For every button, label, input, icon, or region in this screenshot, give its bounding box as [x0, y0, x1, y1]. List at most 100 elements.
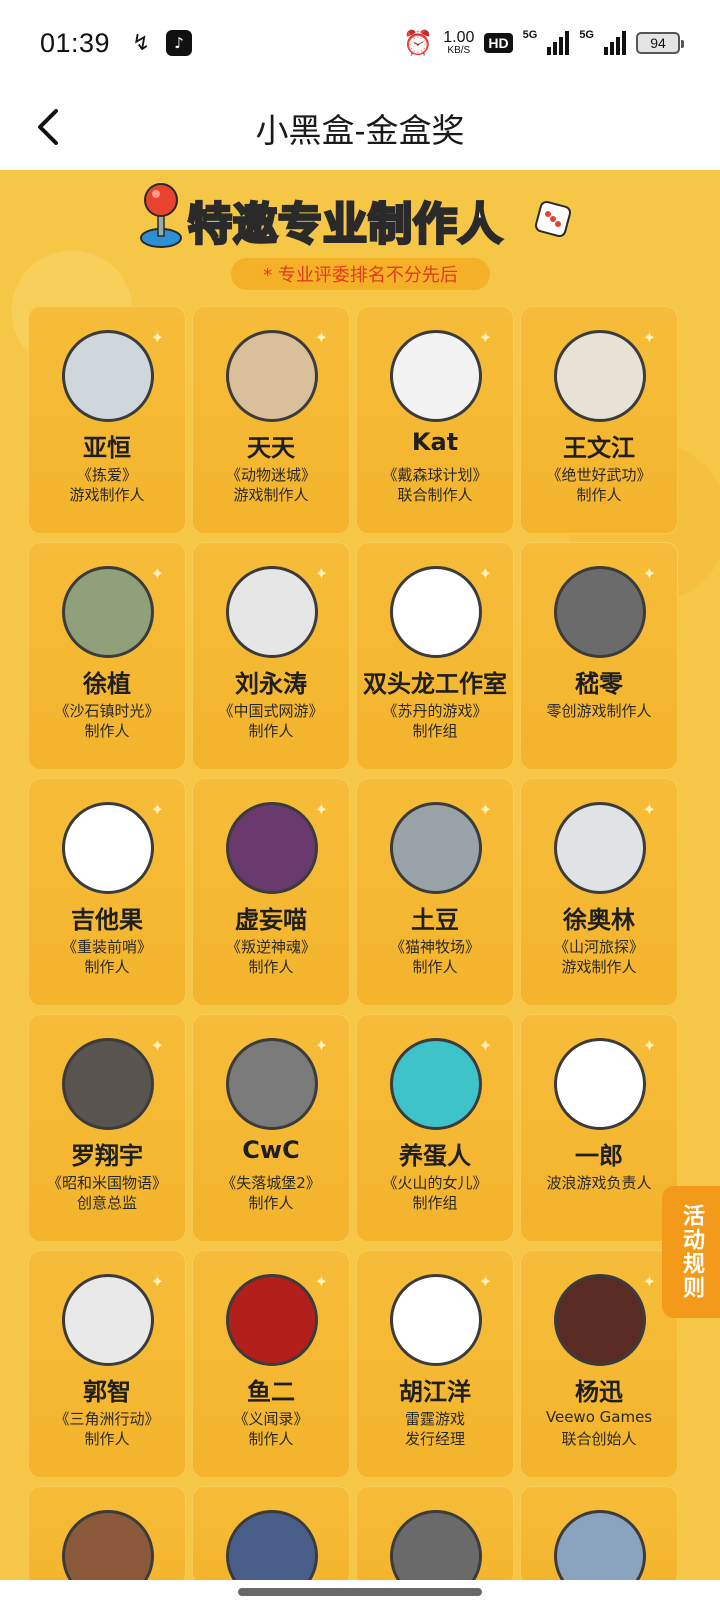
judge-work: 雷霆游戏 [404, 1410, 465, 1428]
judge-card[interactable]: ✦ 胡江洋雷霆游戏发行经理 [356, 1250, 514, 1478]
judge-role: 制作人 [412, 958, 458, 976]
judge-card[interactable]: ✦ 杨迅 Veewo Games 联合创始人 [520, 1250, 678, 1478]
judge-name: 徐植 [83, 670, 131, 698]
speed-unit: KB/S [447, 45, 471, 56]
judge-work: 《山河旅探》 [553, 938, 644, 956]
judge-work: 《动物迷城》 [225, 466, 316, 484]
avatar [62, 1038, 154, 1130]
judge-name: 郭智 [83, 1378, 131, 1406]
judge-work: 《猫神牧场》 [389, 938, 480, 956]
judge-work: 零创游戏制作人 [546, 702, 652, 720]
judge-card[interactable]: ✦ Kat 《戴森球计划》 联合制作人 [356, 306, 514, 534]
sparkle-icon: ✦ [478, 328, 492, 347]
banner-part2: 制作人 [367, 198, 504, 252]
sparkle-icon: ✦ [478, 800, 492, 819]
judge-role: 制作组 [412, 722, 458, 740]
judge-role: 制作人 [84, 1430, 130, 1448]
judge-card[interactable]: ✦ 王文江 《绝世好武功》 制作人 [520, 306, 678, 534]
judge-role: 制作组 [412, 1194, 458, 1212]
avatar [390, 1510, 482, 1580]
judge-name: CwC [242, 1136, 300, 1164]
dice-icon [534, 200, 572, 238]
judge-name: 土豆 [411, 906, 459, 934]
sparkle-icon: ✦ [314, 1272, 328, 1291]
judge-name: 吉他果 [71, 906, 143, 934]
battery-icon: 94 [636, 32, 684, 54]
judge-card[interactable]: ✦ 徐植 《沙石镇时光》 制作人 [28, 542, 186, 770]
sparkle-icon: ✦ [642, 800, 656, 819]
section-banner: 特邀专业制作人 [136, 178, 586, 258]
judge-name: 刘永涛 [235, 670, 307, 698]
sparkle-icon: ✦ [150, 1272, 164, 1291]
judge-work: 《拣爱》 [76, 466, 137, 484]
back-button[interactable] [22, 102, 72, 152]
judge-card[interactable]: ✦ 双头龙工作室 《苏丹的游戏》 制作组 [356, 542, 514, 770]
avatar [554, 802, 646, 894]
alarm-icon: ⏰ [403, 29, 434, 57]
avatar [226, 1038, 318, 1130]
home-indicator[interactable] [238, 1588, 482, 1596]
judge-name: 养蛋人 [399, 1142, 471, 1170]
judge-role: 游戏制作人 [561, 958, 637, 976]
judge-card[interactable]: ✦ 土豆《猫神牧场》 制作人 [356, 778, 514, 1006]
avatar [390, 802, 482, 894]
judge-role: 制作人 [248, 1194, 294, 1212]
avatar [390, 1038, 482, 1130]
avatar [226, 330, 318, 422]
app-notification-icon: ↯ [128, 30, 155, 56]
judge-card-partial[interactable] [28, 1486, 186, 1580]
banner-highlight: 专业 [277, 198, 369, 252]
sparkle-icon: ✦ [150, 1036, 164, 1055]
activity-rules-tab[interactable]: 活动规则 [662, 1186, 720, 1318]
banner-title: 特邀专业制作人 [187, 188, 504, 252]
sparkle-icon: ✦ [314, 1036, 328, 1055]
judge-card[interactable]: ✦ CwC 《失落城堡2》 制作人 [192, 1014, 350, 1242]
speed-value: 1.00 [443, 29, 475, 46]
judge-role: 制作人 [248, 1430, 294, 1448]
judge-role: 发行经理 [404, 1430, 465, 1448]
status-time: 01:39 [40, 27, 111, 58]
ranking-note: * 专业评委排名不分先后 [231, 258, 490, 290]
judge-card[interactable]: ✦ 郭智 《三角洲行动》 制作人 [28, 1250, 186, 1478]
avatar [226, 1510, 318, 1580]
judge-card[interactable]: ✦ 天天 《动物迷城》 游戏制作人 [192, 306, 350, 534]
network-type-2: 5G [579, 28, 594, 41]
judge-card[interactable]: ✦ 嵇零 零创游戏制作人 [520, 542, 678, 770]
banner-part1: 特邀 [187, 198, 279, 252]
judge-card-partial[interactable] [520, 1486, 678, 1580]
page-title: 小黑盒-金盒奖 [255, 112, 465, 149]
sparkle-icon: ✦ [478, 1272, 492, 1291]
judge-card[interactable]: ✦ 亚恒《拣爱》游戏制作人 [28, 306, 186, 534]
avatar [226, 566, 318, 658]
judge-card[interactable]: ✦ 一郎 波浪游戏负责人 [520, 1014, 678, 1242]
judge-name: 亚恒 [83, 434, 131, 462]
judge-role: 游戏制作人 [69, 486, 145, 504]
status-app-icons: ↯ ♪ [128, 30, 193, 56]
status-indicators: ⏰ 1.00 KB/S HD 5G 5G 94 [403, 28, 684, 58]
avatar [554, 1038, 646, 1130]
judge-name: 徐奥林 [563, 906, 635, 934]
judge-card[interactable]: ✦ 罗翔宇 《昭和米国物语》 创意总监 [28, 1014, 186, 1242]
sparkle-icon: ✦ [150, 328, 164, 347]
judge-card[interactable]: ✦ 徐奥林《山河旅探》 游戏制作人 [520, 778, 678, 1006]
judge-name: 王文江 [563, 434, 635, 462]
nav-bar: 小黑盒-金盒奖 [0, 86, 720, 170]
sparkle-icon: ✦ [314, 564, 328, 583]
judge-card[interactable]: ✦ 虚妄喵 《叛逆神魂》 制作人 [192, 778, 350, 1006]
judge-work: 《叛逆神魂》 [225, 938, 316, 956]
judge-card[interactable]: ✦ 鱼二 《义闻录》 制作人 [192, 1250, 350, 1478]
judge-card[interactable]: ✦ 刘永涛 《中国式网游》 制作人 [192, 542, 350, 770]
judge-name: 双头龙工作室 [363, 670, 507, 698]
sparkle-icon: ✦ [642, 328, 656, 347]
judge-card[interactable]: ✦ 养蛋人 《火山的女儿》 制作组 [356, 1014, 514, 1242]
judge-card-partial[interactable] [192, 1486, 350, 1580]
judge-name: 杨迅 [575, 1378, 623, 1406]
judge-card[interactable]: ✦ 吉他果 《重装前哨》 制作人 [28, 778, 186, 1006]
joystick-icon [140, 183, 182, 248]
status-bar: 01:39 ↯ ♪ ⏰ 1.00 KB/S HD 5G 5G 94 [0, 0, 720, 86]
judge-name: 胡江洋 [399, 1378, 471, 1406]
hd-icon: HD [484, 33, 513, 53]
judge-card-partial[interactable] [356, 1486, 514, 1580]
sparkle-icon: ✦ [150, 564, 164, 583]
content-area[interactable]: 特邀专业制作人 * 专业评委排名不分先后 ✦ 亚恒 《拣爱》 游戏制作人 ✦ 天天 《动物迷… [0, 170, 720, 1580]
